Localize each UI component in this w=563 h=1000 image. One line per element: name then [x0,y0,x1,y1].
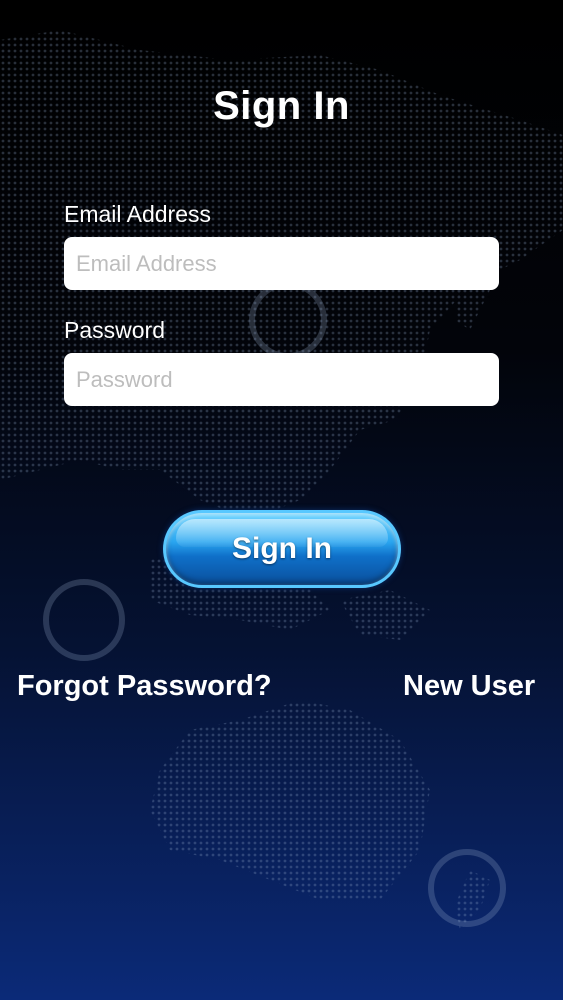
sign-in-button[interactable]: Sign In [163,510,401,588]
email-field[interactable] [64,237,499,290]
password-field[interactable] [64,353,499,406]
map-dots [0,30,563,930]
email-label: Email Address [64,201,212,227]
sign-in-button-label: Sign In [232,532,332,565]
new-user-link[interactable]: New User [403,670,535,703]
world-map-background [0,30,563,930]
page-title: Sign In [213,84,350,128]
password-label: Password [64,317,165,343]
forgot-password-link[interactable]: Forgot Password? [17,670,272,703]
sign-in-screen: Sign In Email Address Password Sign In F… [0,0,563,1000]
